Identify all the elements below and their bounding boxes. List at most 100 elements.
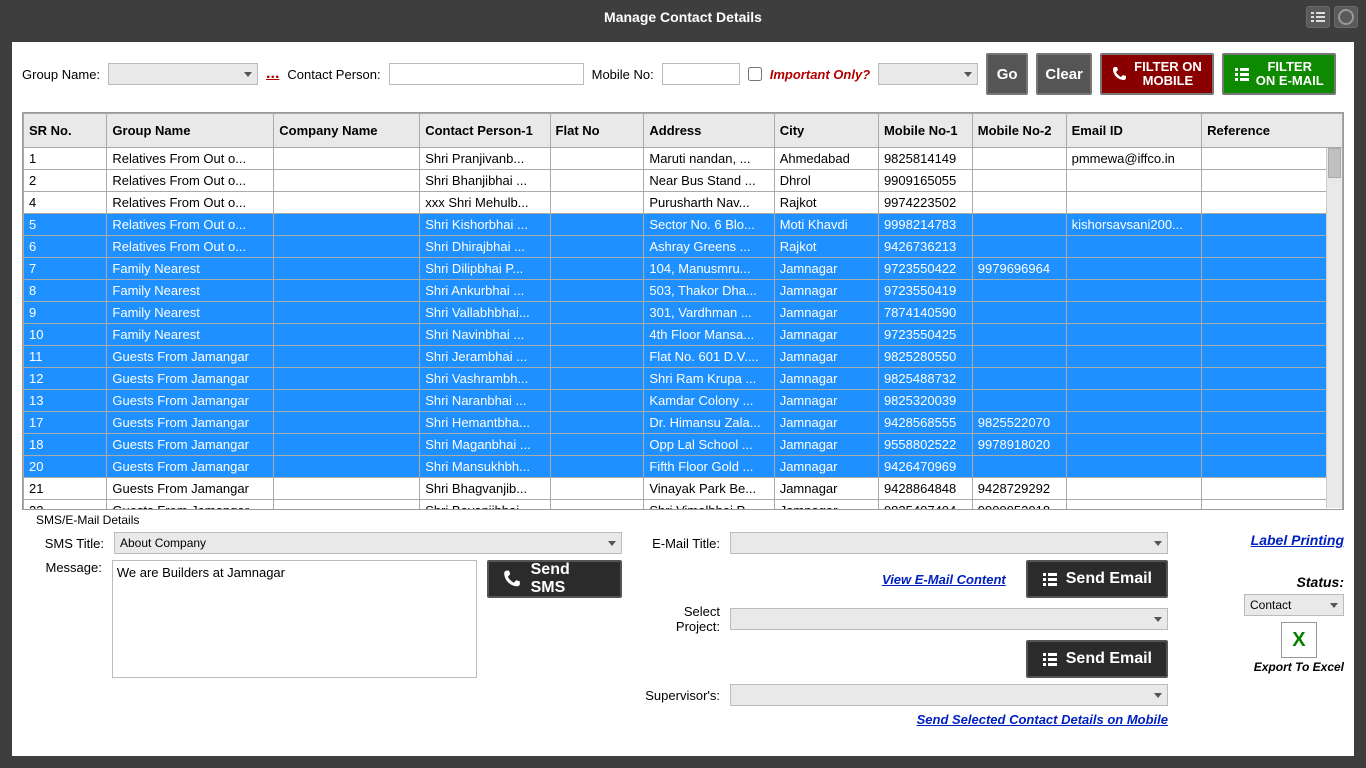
cell-m2[interactable]: 9825522070 <box>972 412 1066 434</box>
cell-person[interactable]: Shri Bhanjibhai ... <box>420 170 550 192</box>
cell-company[interactable] <box>274 390 420 412</box>
cell-city[interactable]: Dhrol <box>774 170 878 192</box>
column-header[interactable]: Contact Person-1 <box>420 114 550 148</box>
table-row[interactable]: 13Guests From JamangarShri Naranbhai ...… <box>24 390 1343 412</box>
cell-company[interactable] <box>274 148 420 170</box>
table-row[interactable]: 2Relatives From Out o... Shri Bhanjibhai … <box>24 170 1343 192</box>
table-row[interactable]: 9Family NearestShri Vallabhbhai...301, V… <box>24 302 1343 324</box>
cell-flat[interactable] <box>550 324 644 346</box>
cell-company[interactable] <box>274 478 420 500</box>
cell-m2[interactable] <box>972 280 1066 302</box>
cell-city[interactable]: Jamnagar <box>774 456 878 478</box>
cell-city[interactable]: Jamnagar <box>774 302 878 324</box>
sms-title-combo[interactable]: About Company <box>114 532 622 554</box>
cell-addr[interactable]: Opp Lal School ... <box>644 434 774 456</box>
column-header[interactable]: Flat No <box>550 114 644 148</box>
cell-company[interactable] <box>274 434 420 456</box>
cell-company[interactable] <box>274 258 420 280</box>
cell-group[interactable]: Relatives From Out o... <box>107 192 274 214</box>
cell-ref[interactable] <box>1202 236 1343 258</box>
important-only-checkbox[interactable] <box>748 67 762 81</box>
cell-person[interactable]: xxx Shri Mehulb... <box>420 192 550 214</box>
go-button[interactable]: Go <box>986 53 1028 95</box>
cell-company[interactable] <box>274 346 420 368</box>
cell-m2[interactable] <box>972 236 1066 258</box>
cell-flat[interactable] <box>550 434 644 456</box>
cell-person[interactable]: Shri Dhirajbhai ... <box>420 236 550 258</box>
group-name-combo[interactable] <box>108 63 258 85</box>
column-header[interactable]: Email ID <box>1066 114 1202 148</box>
cell-ref[interactable] <box>1202 434 1343 456</box>
cell-m1[interactable]: 9909165055 <box>878 170 972 192</box>
filter-mobile-button[interactable]: FILTER ONMOBILE <box>1100 53 1214 95</box>
cell-group[interactable]: Relatives From Out o... <box>107 236 274 258</box>
cell-sr[interactable]: 4 <box>24 192 107 214</box>
column-header[interactable]: Mobile No-2 <box>972 114 1066 148</box>
table-row[interactable]: 8Family NearestShri Ankurbhai ...503, Th… <box>24 280 1343 302</box>
cell-company[interactable] <box>274 214 420 236</box>
titlebar-list-button[interactable] <box>1306 6 1330 28</box>
cell-company[interactable] <box>274 500 420 510</box>
send-sms-button[interactable]: Send SMS <box>487 560 622 598</box>
cell-city[interactable]: Jamnagar <box>774 500 878 510</box>
cell-group[interactable]: Guests From Jamangar <box>107 368 274 390</box>
cell-company[interactable] <box>274 192 420 214</box>
cell-flat[interactable] <box>550 412 644 434</box>
cell-addr[interactable]: 503, Thakor Dha... <box>644 280 774 302</box>
cell-m1[interactable]: 9428864848 <box>878 478 972 500</box>
cell-group[interactable]: Guests From Jamangar <box>107 390 274 412</box>
cell-sr[interactable]: 1 <box>24 148 107 170</box>
contacts-grid[interactable]: SR No.Group NameCompany NameContact Pers… <box>22 112 1344 510</box>
cell-person[interactable]: Shri Jerambhai ... <box>420 346 550 368</box>
cell-sr[interactable]: 18 <box>24 434 107 456</box>
cell-email[interactable] <box>1066 390 1202 412</box>
cell-city[interactable]: Jamnagar <box>774 258 878 280</box>
table-row[interactable]: 7Family NearestShri Dilipbhai P...104, M… <box>24 258 1343 280</box>
contact-person-input[interactable] <box>389 63 584 85</box>
label-printing-link[interactable]: Label Printing <box>1251 532 1344 548</box>
cell-group[interactable]: Relatives From Out o... <box>107 148 274 170</box>
filter-email-button[interactable]: FILTERON E-MAIL <box>1222 53 1336 95</box>
cell-person[interactable]: Shri Kishorbhai ... <box>420 214 550 236</box>
cell-m2[interactable] <box>972 302 1066 324</box>
cell-ref[interactable] <box>1202 456 1343 478</box>
cell-group[interactable]: Family Nearest <box>107 280 274 302</box>
cell-addr[interactable]: Vinayak Park Be... <box>644 478 774 500</box>
cell-ref[interactable] <box>1202 148 1343 170</box>
mobile-no-input[interactable] <box>662 63 740 85</box>
cell-city[interactable]: Jamnagar <box>774 280 878 302</box>
cell-person[interactable]: Shri Dilipbhai P... <box>420 258 550 280</box>
cell-group[interactable]: Guests From Jamangar <box>107 434 274 456</box>
group-lookup-button[interactable]: ... <box>266 65 279 83</box>
cell-person[interactable]: Shri Bhagvanjib... <box>420 478 550 500</box>
cell-company[interactable] <box>274 302 420 324</box>
cell-ref[interactable] <box>1202 192 1343 214</box>
cell-email[interactable] <box>1066 412 1202 434</box>
cell-flat[interactable] <box>550 214 644 236</box>
column-header[interactable]: Address <box>644 114 774 148</box>
cell-group[interactable]: Relatives From Out o... <box>107 214 274 236</box>
message-textarea[interactable] <box>112 560 478 678</box>
cell-m1[interactable]: 9723550422 <box>878 258 972 280</box>
titlebar-close-button[interactable] <box>1334 6 1358 28</box>
cell-m1[interactable]: 7874140590 <box>878 302 972 324</box>
cell-m1[interactable]: 9428568555 <box>878 412 972 434</box>
cell-sr[interactable]: 8 <box>24 280 107 302</box>
cell-sr[interactable]: 12 <box>24 368 107 390</box>
cell-m1[interactable]: 9426470969 <box>878 456 972 478</box>
cell-group[interactable]: Relatives From Out o... <box>107 170 274 192</box>
cell-group[interactable]: Guests From Jamangar <box>107 478 274 500</box>
cell-city[interactable]: Moti Khavdi <box>774 214 878 236</box>
cell-email[interactable] <box>1066 258 1202 280</box>
cell-city[interactable]: Jamnagar <box>774 346 878 368</box>
cell-sr[interactable]: 10 <box>24 324 107 346</box>
send-selected-link[interactable]: Send Selected Contact Details on Mobile <box>917 712 1168 727</box>
cell-addr[interactable]: 301, Vardhman ... <box>644 302 774 324</box>
cell-m1[interactable]: 9825280550 <box>878 346 972 368</box>
cell-addr[interactable]: 104, Manusmru... <box>644 258 774 280</box>
cell-flat[interactable] <box>550 390 644 412</box>
cell-sr[interactable]: 2 <box>24 170 107 192</box>
cell-person[interactable]: Shri Mansukhbh... <box>420 456 550 478</box>
column-header[interactable]: Mobile No-1 <box>878 114 972 148</box>
table-row[interactable]: 21Guests From JamangarShri Bhagvanjib...… <box>24 478 1343 500</box>
